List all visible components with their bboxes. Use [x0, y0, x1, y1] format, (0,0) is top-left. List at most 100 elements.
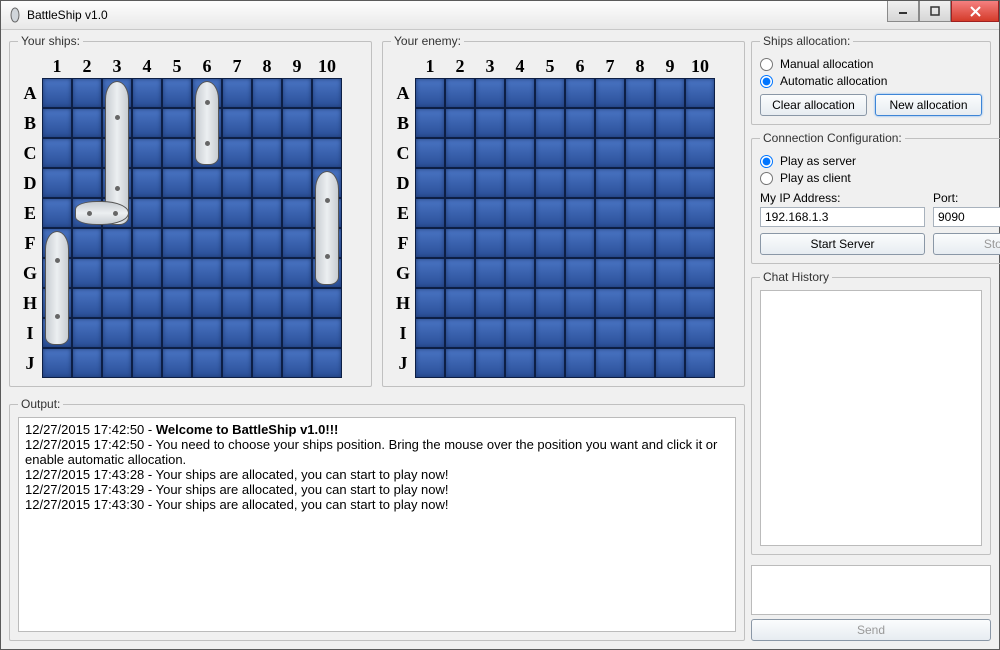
stop-server-button[interactable]: Stop Server: [933, 233, 1000, 255]
grid-cell[interactable]: [42, 198, 72, 228]
grid-cell[interactable]: [102, 288, 132, 318]
grid-cell[interactable]: [252, 228, 282, 258]
grid-cell[interactable]: [505, 138, 535, 168]
grid-cell[interactable]: [162, 258, 192, 288]
grid-cell[interactable]: [655, 108, 685, 138]
grid-cell[interactable]: [505, 258, 535, 288]
grid-cell[interactable]: [252, 348, 282, 378]
grid-cell[interactable]: [595, 78, 625, 108]
grid-cell[interactable]: [42, 138, 72, 168]
grid-cell[interactable]: [595, 138, 625, 168]
play-server-radio[interactable]: [760, 155, 773, 168]
grid-cell[interactable]: [282, 138, 312, 168]
your-board[interactable]: 12345678910ABCDEFGHIJ: [18, 54, 363, 378]
grid-cell[interactable]: [685, 198, 715, 228]
grid-cell[interactable]: [282, 108, 312, 138]
ship-icon[interactable]: [75, 201, 129, 225]
grid-cell[interactable]: [505, 198, 535, 228]
grid-cell[interactable]: [222, 138, 252, 168]
chat-history[interactable]: [760, 290, 982, 546]
grid-cell[interactable]: [685, 168, 715, 198]
output-box[interactable]: 12/27/2015 17:42:50 - Welcome to BattleS…: [18, 417, 736, 632]
grid-cell[interactable]: [415, 138, 445, 168]
grid-cell[interactable]: [535, 168, 565, 198]
grid-cell[interactable]: [415, 168, 445, 198]
grid-cell[interactable]: [685, 318, 715, 348]
grid-cell[interactable]: [312, 138, 342, 168]
grid-cell[interactable]: [595, 318, 625, 348]
grid-cell[interactable]: [252, 198, 282, 228]
grid-cell[interactable]: [162, 138, 192, 168]
grid-cell[interactable]: [282, 78, 312, 108]
grid-cell[interactable]: [222, 228, 252, 258]
grid-cell[interactable]: [132, 228, 162, 258]
grid-cell[interactable]: [312, 288, 342, 318]
grid-cell[interactable]: [415, 78, 445, 108]
grid-cell[interactable]: [252, 258, 282, 288]
grid-cell[interactable]: [565, 258, 595, 288]
grid-cell[interactable]: [445, 318, 475, 348]
grid-cell[interactable]: [595, 258, 625, 288]
grid-cell[interactable]: [685, 108, 715, 138]
grid-cell[interactable]: [162, 348, 192, 378]
grid-cell[interactable]: [132, 198, 162, 228]
auto-allocation-radio[interactable]: [760, 75, 773, 88]
grid-cell[interactable]: [102, 228, 132, 258]
grid-cell[interactable]: [282, 348, 312, 378]
grid-cell[interactable]: [42, 108, 72, 138]
grid-cell[interactable]: [505, 348, 535, 378]
grid-cell[interactable]: [222, 168, 252, 198]
grid-cell[interactable]: [415, 228, 445, 258]
grid-cell[interactable]: [312, 108, 342, 138]
grid-cell[interactable]: [72, 348, 102, 378]
grid-cell[interactable]: [595, 228, 625, 258]
port-input[interactable]: [933, 207, 1000, 227]
grid-cell[interactable]: [282, 228, 312, 258]
grid-cell[interactable]: [192, 318, 222, 348]
grid-cell[interactable]: [505, 168, 535, 198]
grid-cell[interactable]: [132, 78, 162, 108]
grid-cell[interactable]: [595, 348, 625, 378]
grid-cell[interactable]: [595, 288, 625, 318]
grid-cell[interactable]: [252, 168, 282, 198]
play-server-option[interactable]: Play as server: [760, 154, 1000, 168]
grid-cell[interactable]: [655, 258, 685, 288]
grid-cell[interactable]: [415, 348, 445, 378]
grid-cell[interactable]: [445, 108, 475, 138]
grid-cell[interactable]: [505, 78, 535, 108]
grid-cell[interactable]: [162, 198, 192, 228]
grid-cell[interactable]: [565, 288, 595, 318]
grid-cell[interactable]: [535, 78, 565, 108]
grid-cell[interactable]: [102, 258, 132, 288]
grid-cell[interactable]: [72, 288, 102, 318]
grid-cell[interactable]: [162, 108, 192, 138]
grid-cell[interactable]: [625, 168, 655, 198]
grid-cell[interactable]: [252, 318, 282, 348]
grid-cell[interactable]: [222, 258, 252, 288]
enemy-board[interactable]: 12345678910ABCDEFGHIJ: [391, 54, 736, 378]
grid-cell[interactable]: [475, 138, 505, 168]
grid-cell[interactable]: [132, 318, 162, 348]
grid-cell[interactable]: [162, 168, 192, 198]
grid-cell[interactable]: [312, 348, 342, 378]
grid-cell[interactable]: [282, 198, 312, 228]
grid-cell[interactable]: [535, 108, 565, 138]
grid-cell[interactable]: [162, 78, 192, 108]
grid-cell[interactable]: [222, 198, 252, 228]
clear-allocation-button[interactable]: Clear allocation: [760, 94, 867, 116]
close-button[interactable]: [951, 1, 999, 22]
chat-input[interactable]: [751, 565, 991, 615]
grid-cell[interactable]: [505, 288, 535, 318]
grid-cell[interactable]: [445, 198, 475, 228]
grid-cell[interactable]: [222, 318, 252, 348]
grid-cell[interactable]: [42, 348, 72, 378]
grid-cell[interactable]: [505, 228, 535, 258]
grid-cell[interactable]: [685, 228, 715, 258]
grid-cell[interactable]: [312, 318, 342, 348]
grid-cell[interactable]: [282, 258, 312, 288]
grid-cell[interactable]: [42, 78, 72, 108]
new-allocation-button[interactable]: New allocation: [875, 94, 982, 116]
grid-cell[interactable]: [282, 318, 312, 348]
grid-cell[interactable]: [222, 348, 252, 378]
grid-cell[interactable]: [252, 138, 282, 168]
